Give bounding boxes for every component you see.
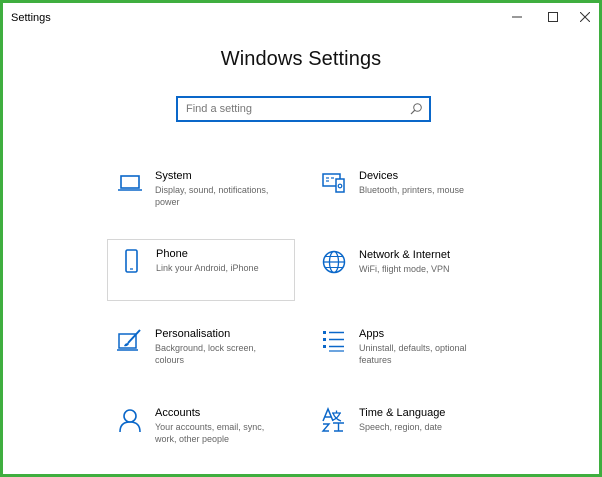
- tile-title: Personalisation: [155, 328, 231, 340]
- tile-description: Bluetooth, printers, mouse: [359, 185, 465, 195]
- tile-network-internet[interactable]: Network & Internet WiFi, flight mode, VP…: [311, 241, 499, 303]
- tile-description: Display, sound, notifications, power: [155, 185, 269, 207]
- tile-title: Phone: [156, 248, 188, 260]
- tile-time-language[interactable]: Time & Language Speech, region, date: [311, 399, 499, 461]
- person-icon: [117, 407, 143, 433]
- tile-description: Link your Android, iPhone: [156, 263, 259, 273]
- tile-devices[interactable]: Devices Bluetooth, printers, mouse: [311, 162, 499, 224]
- tile-phone[interactable]: Phone Link your Android, iPhone: [107, 239, 295, 301]
- minimize-button[interactable]: [499, 3, 535, 31]
- tile-accounts[interactable]: Accounts Your accounts, email, sync, wor…: [107, 399, 295, 461]
- laptop-icon: [117, 170, 143, 196]
- apps-list-icon: [321, 328, 347, 354]
- globe-icon: [321, 249, 347, 275]
- tile-personalisation[interactable]: Personalisation Background, lock screen,…: [107, 320, 295, 382]
- phone-icon: [118, 248, 144, 274]
- tile-apps[interactable]: Apps Uninstall, defaults, optional featu…: [311, 320, 499, 382]
- tile-description: Uninstall, defaults, optional features: [359, 343, 467, 365]
- paint-icon: [117, 328, 143, 354]
- tile-title: Network & Internet: [359, 249, 451, 261]
- time-language-icon: [321, 407, 347, 433]
- title-bar[interactable]: Settings: [3, 3, 599, 31]
- search-box[interactable]: [176, 96, 431, 122]
- search-input[interactable]: [178, 98, 403, 120]
- maximize-icon: [548, 12, 558, 22]
- window-title: Settings: [11, 12, 51, 24]
- close-icon: [580, 12, 590, 22]
- devices-icon: [321, 170, 347, 196]
- maximize-button[interactable]: [535, 3, 571, 31]
- tile-system[interactable]: System Display, sound, notifications, po…: [107, 162, 295, 224]
- tile-title: System: [155, 170, 192, 182]
- tile-description: Speech, region, date: [359, 422, 443, 432]
- tile-title: Apps: [359, 328, 385, 340]
- close-button[interactable]: [567, 3, 602, 31]
- settings-window: Settings Windows Settings System Display…: [0, 0, 602, 477]
- minimize-icon: [512, 16, 522, 18]
- page-title: Windows Settings: [220, 48, 382, 70]
- tile-title: Time & Language: [359, 407, 446, 419]
- search-icon[interactable]: [409, 102, 423, 116]
- tile-title: Accounts: [155, 407, 201, 419]
- tile-description: Your accounts, email, sync, work, other …: [155, 422, 265, 444]
- tile-title: Devices: [359, 170, 399, 182]
- tile-description: Background, lock screen, colours: [155, 343, 257, 365]
- tile-description: WiFi, flight mode, VPN: [359, 264, 450, 274]
